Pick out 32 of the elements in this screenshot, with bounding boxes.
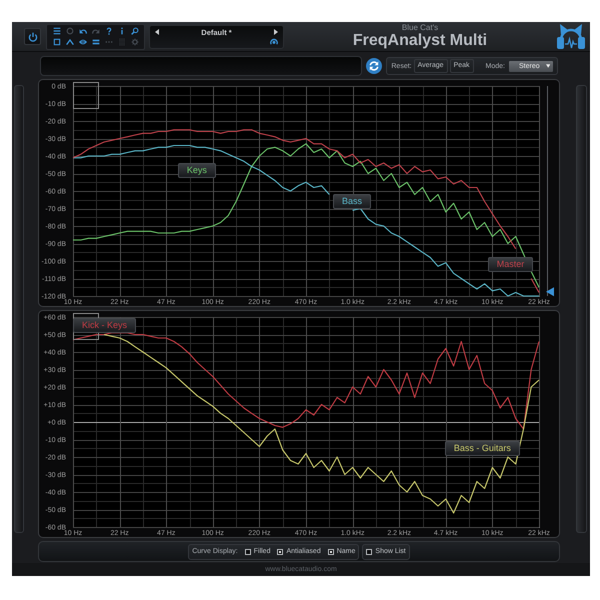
help-icon[interactable] — [104, 27, 112, 35]
slider-thumb[interactable] — [546, 287, 554, 296]
curve-name-tag: Keys — [178, 162, 216, 178]
curve-name-tag: Master — [488, 257, 534, 272]
arc-dot-icon[interactable] — [270, 37, 278, 46]
caret-icon — [546, 64, 550, 68]
checkbox[interactable] — [328, 548, 334, 554]
brand-label: Blue Cat's — [402, 24, 438, 32]
product-title: FreqAnalyst Multi — [352, 33, 488, 49]
refresh-icon[interactable] — [366, 58, 382, 74]
undo-icon[interactable] — [78, 27, 86, 35]
checkbox[interactable] — [277, 548, 284, 554]
checkbox[interactable] — [244, 548, 251, 554]
slider-track[interactable] — [546, 86, 554, 296]
chevron-icon[interactable] — [66, 38, 74, 46]
left-triangle-icon[interactable] — [155, 29, 159, 36]
curve-name-tag: Bass — [333, 194, 372, 209]
right-triangle-icon[interactable] — [274, 29, 278, 36]
power-icon — [28, 32, 38, 42]
curve-name-tag: Bass - Guitars — [444, 440, 520, 456]
curve-name-tag: Kick - Keys — [73, 318, 136, 334]
menu-icon[interactable] — [52, 27, 60, 35]
cat-headphones-logo-icon — [556, 22, 586, 50]
square-icon[interactable] — [52, 38, 60, 46]
side-handle[interactable] — [576, 85, 587, 533]
side-handle[interactable] — [14, 85, 24, 533]
checkbox[interactable] — [366, 548, 372, 554]
bars-icon[interactable] — [92, 38, 100, 46]
power-button[interactable] — [24, 28, 41, 45]
eye-icon[interactable] — [78, 38, 86, 46]
zoom-frame[interactable] — [73, 82, 99, 109]
search-icon[interactable] — [130, 27, 138, 35]
